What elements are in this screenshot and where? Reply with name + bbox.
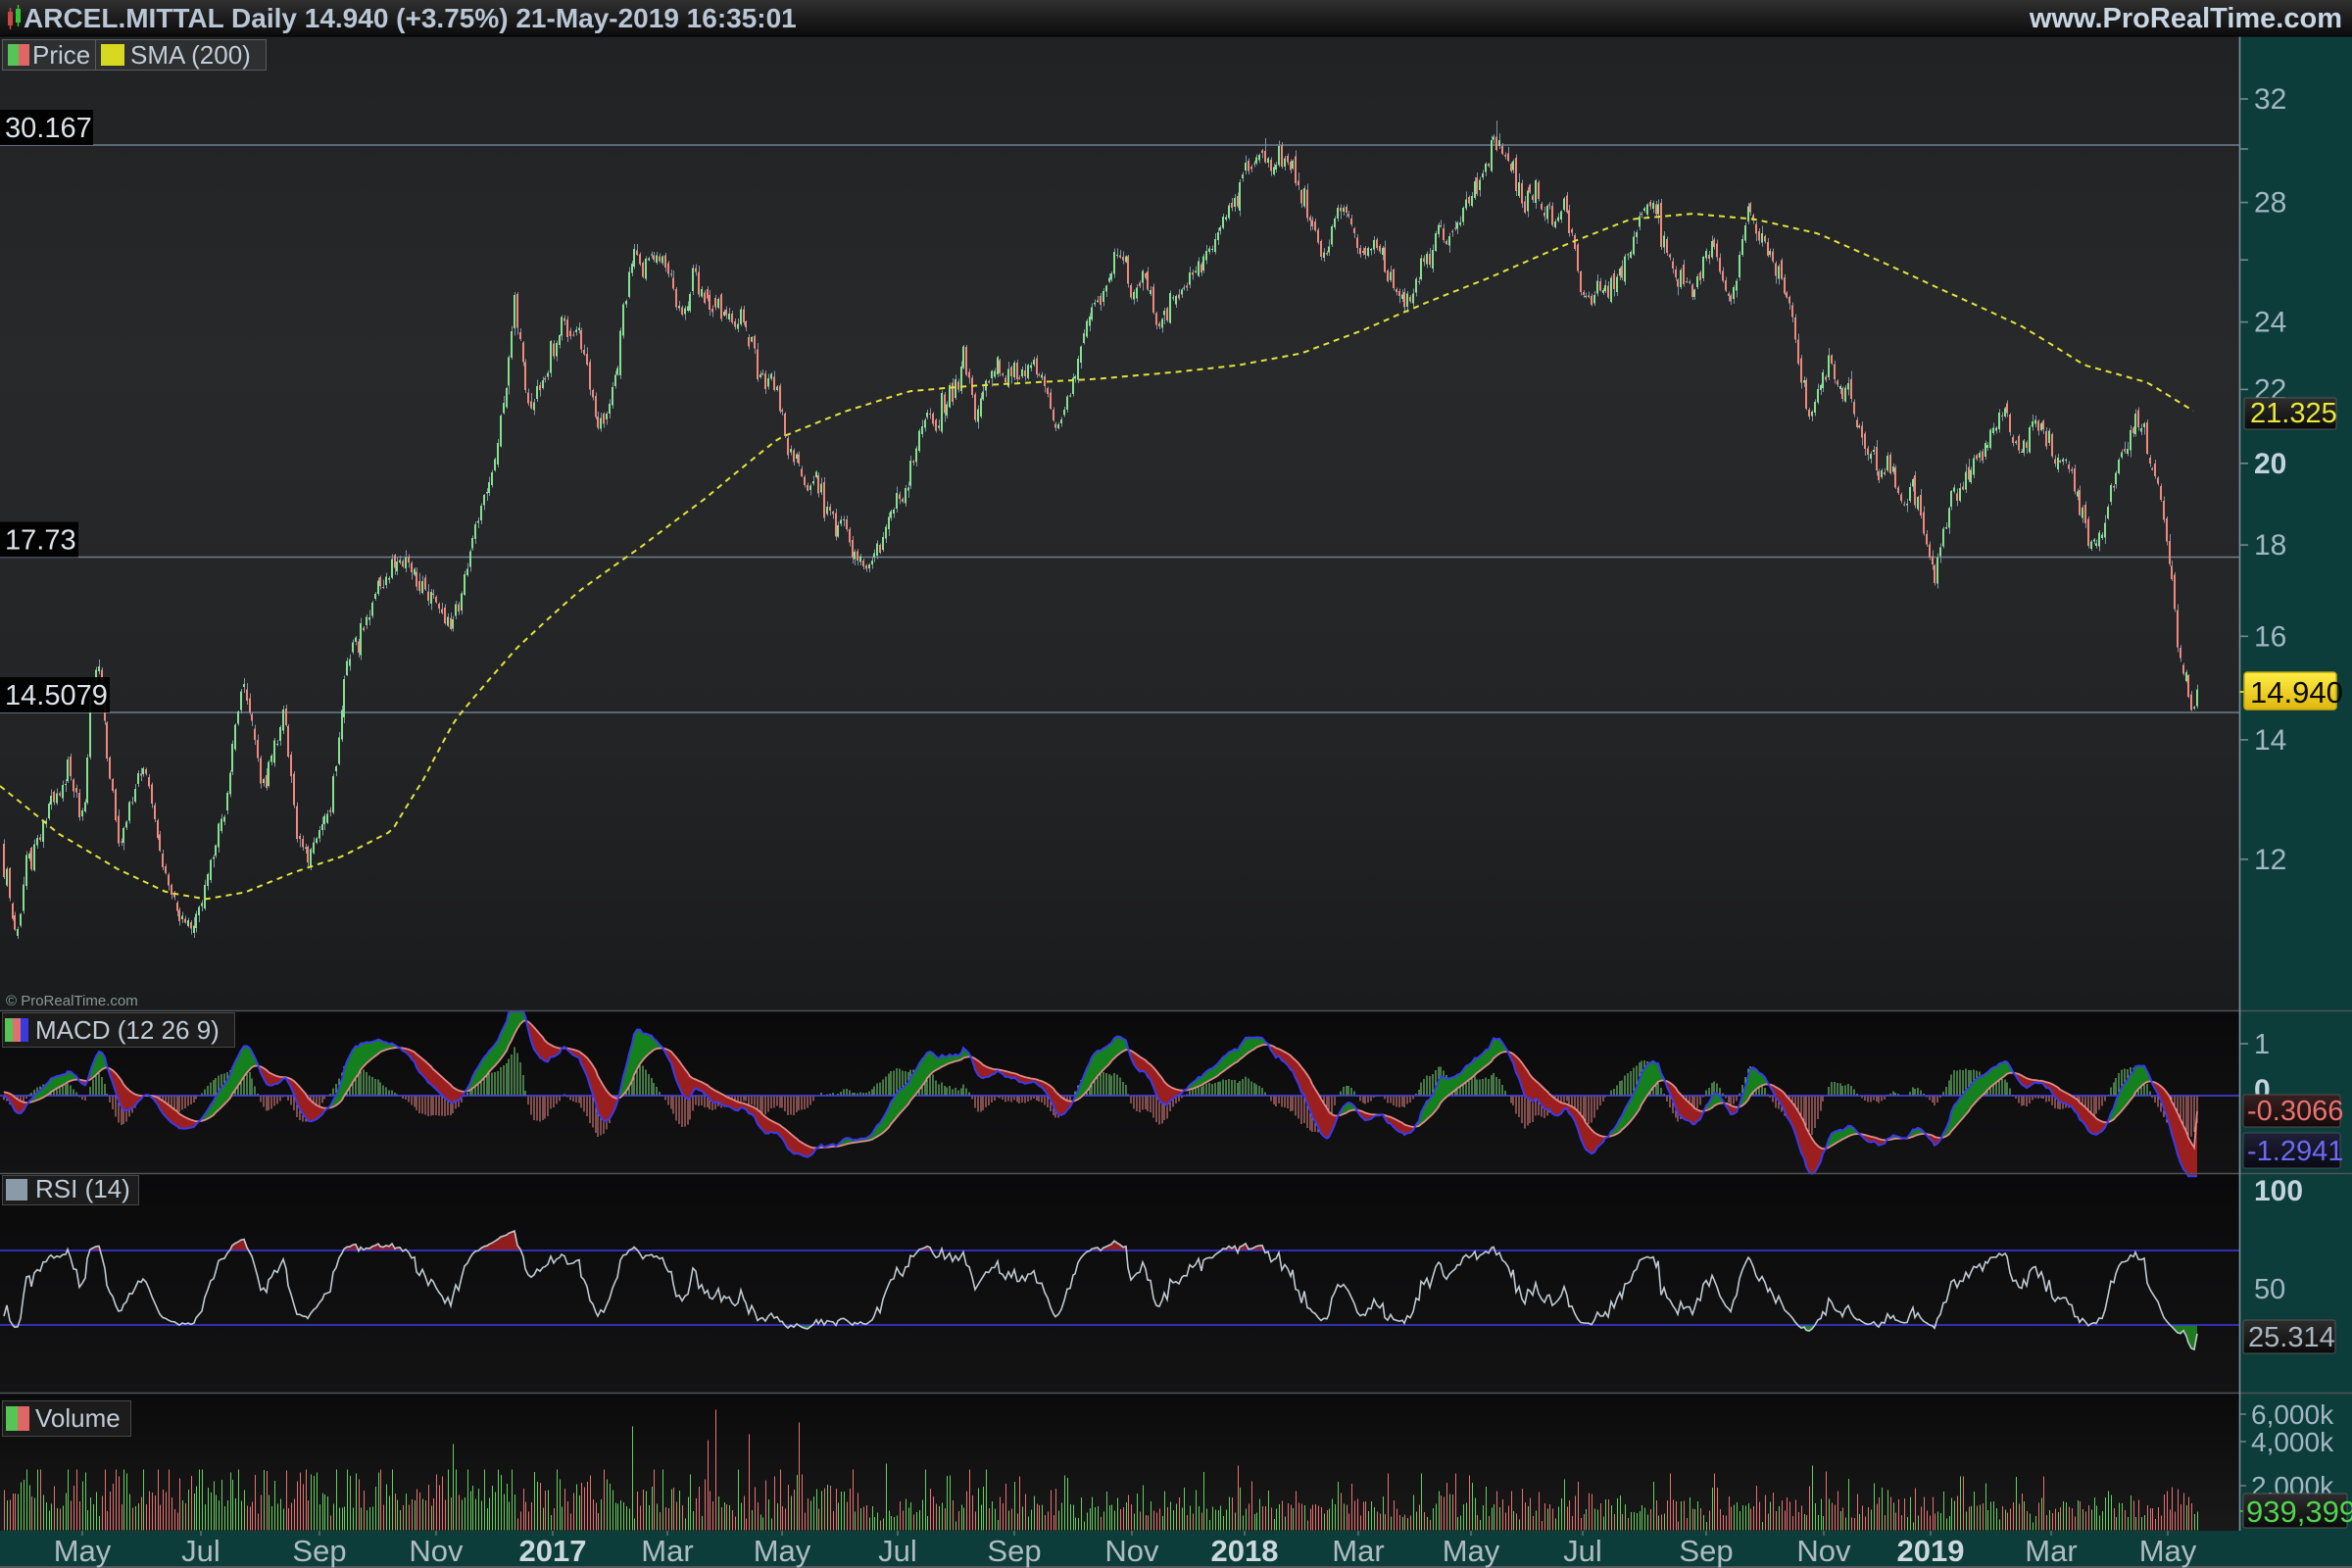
svg-text:14: 14 (2254, 724, 2286, 757)
svg-text:17.73: 17.73 (5, 525, 76, 557)
svg-text:SMA (200): SMA (200) (130, 40, 251, 70)
svg-text:RSI (14): RSI (14) (35, 1174, 130, 1203)
svg-text:© ProRealTime.com: © ProRealTime.com (6, 993, 138, 1009)
svg-text:Nov: Nov (1796, 1534, 1851, 1568)
svg-text:12: 12 (2254, 844, 2286, 876)
svg-text:Jul: Jul (878, 1534, 917, 1568)
svg-text:1: 1 (2254, 1029, 2270, 1060)
svg-text:28: 28 (2254, 187, 2286, 220)
svg-text:May: May (2139, 1534, 2197, 1568)
svg-text:6,000k: 6,000k (2251, 1399, 2334, 1430)
svg-text:May: May (754, 1534, 811, 1568)
svg-text:MACD (12 26 9): MACD (12 26 9) (35, 1015, 220, 1045)
svg-text:May: May (54, 1534, 112, 1568)
svg-text:25.314: 25.314 (2248, 1322, 2335, 1353)
svg-text:-0.3066: -0.3066 (2247, 1096, 2343, 1127)
svg-text:20: 20 (2254, 448, 2286, 480)
svg-text:Nov: Nov (1104, 1534, 1159, 1568)
svg-text:Mar: Mar (2025, 1534, 2077, 1568)
svg-text:www.ProRealTime.com: www.ProRealTime.com (2029, 3, 2342, 34)
svg-text:4,000k: 4,000k (2251, 1427, 2334, 1457)
svg-text:Mar: Mar (1332, 1534, 1384, 1568)
svg-text:Mar: Mar (641, 1534, 693, 1568)
svg-text:21.325: 21.325 (2250, 398, 2337, 429)
svg-text:-1.2941: -1.2941 (2247, 1136, 2343, 1167)
svg-text:14.5079: 14.5079 (5, 680, 108, 711)
svg-text:18: 18 (2254, 529, 2286, 562)
svg-text:14.940: 14.940 (2250, 675, 2343, 710)
svg-text:Price: Price (32, 40, 90, 70)
svg-text:ARCEL.MITTAL Daily 14.940 (+3.: ARCEL.MITTAL Daily 14.940 (+3.75%) 21-Ma… (24, 3, 797, 33)
svg-text:Sep: Sep (987, 1534, 1041, 1568)
svg-text:Volume: Volume (35, 1403, 121, 1433)
svg-text:May: May (1443, 1534, 1500, 1568)
svg-text:Jul: Jul (1563, 1534, 1602, 1568)
svg-text:Sep: Sep (1679, 1534, 1733, 1568)
svg-text:939,399: 939,399 (2246, 1494, 2352, 1529)
svg-text:100: 100 (2254, 1175, 2303, 1207)
svg-text:32: 32 (2254, 83, 2286, 116)
svg-text:24: 24 (2254, 307, 2286, 339)
svg-text:Nov: Nov (409, 1534, 464, 1568)
svg-text:2018: 2018 (1211, 1534, 1279, 1568)
svg-text:2017: 2017 (519, 1534, 587, 1568)
svg-text:30.167: 30.167 (5, 113, 92, 144)
svg-text:Sep: Sep (292, 1534, 346, 1568)
svg-text:2019: 2019 (1897, 1534, 1965, 1568)
svg-text:50: 50 (2254, 1274, 2285, 1305)
svg-text:16: 16 (2254, 620, 2286, 653)
svg-text:Jul: Jul (181, 1534, 220, 1568)
